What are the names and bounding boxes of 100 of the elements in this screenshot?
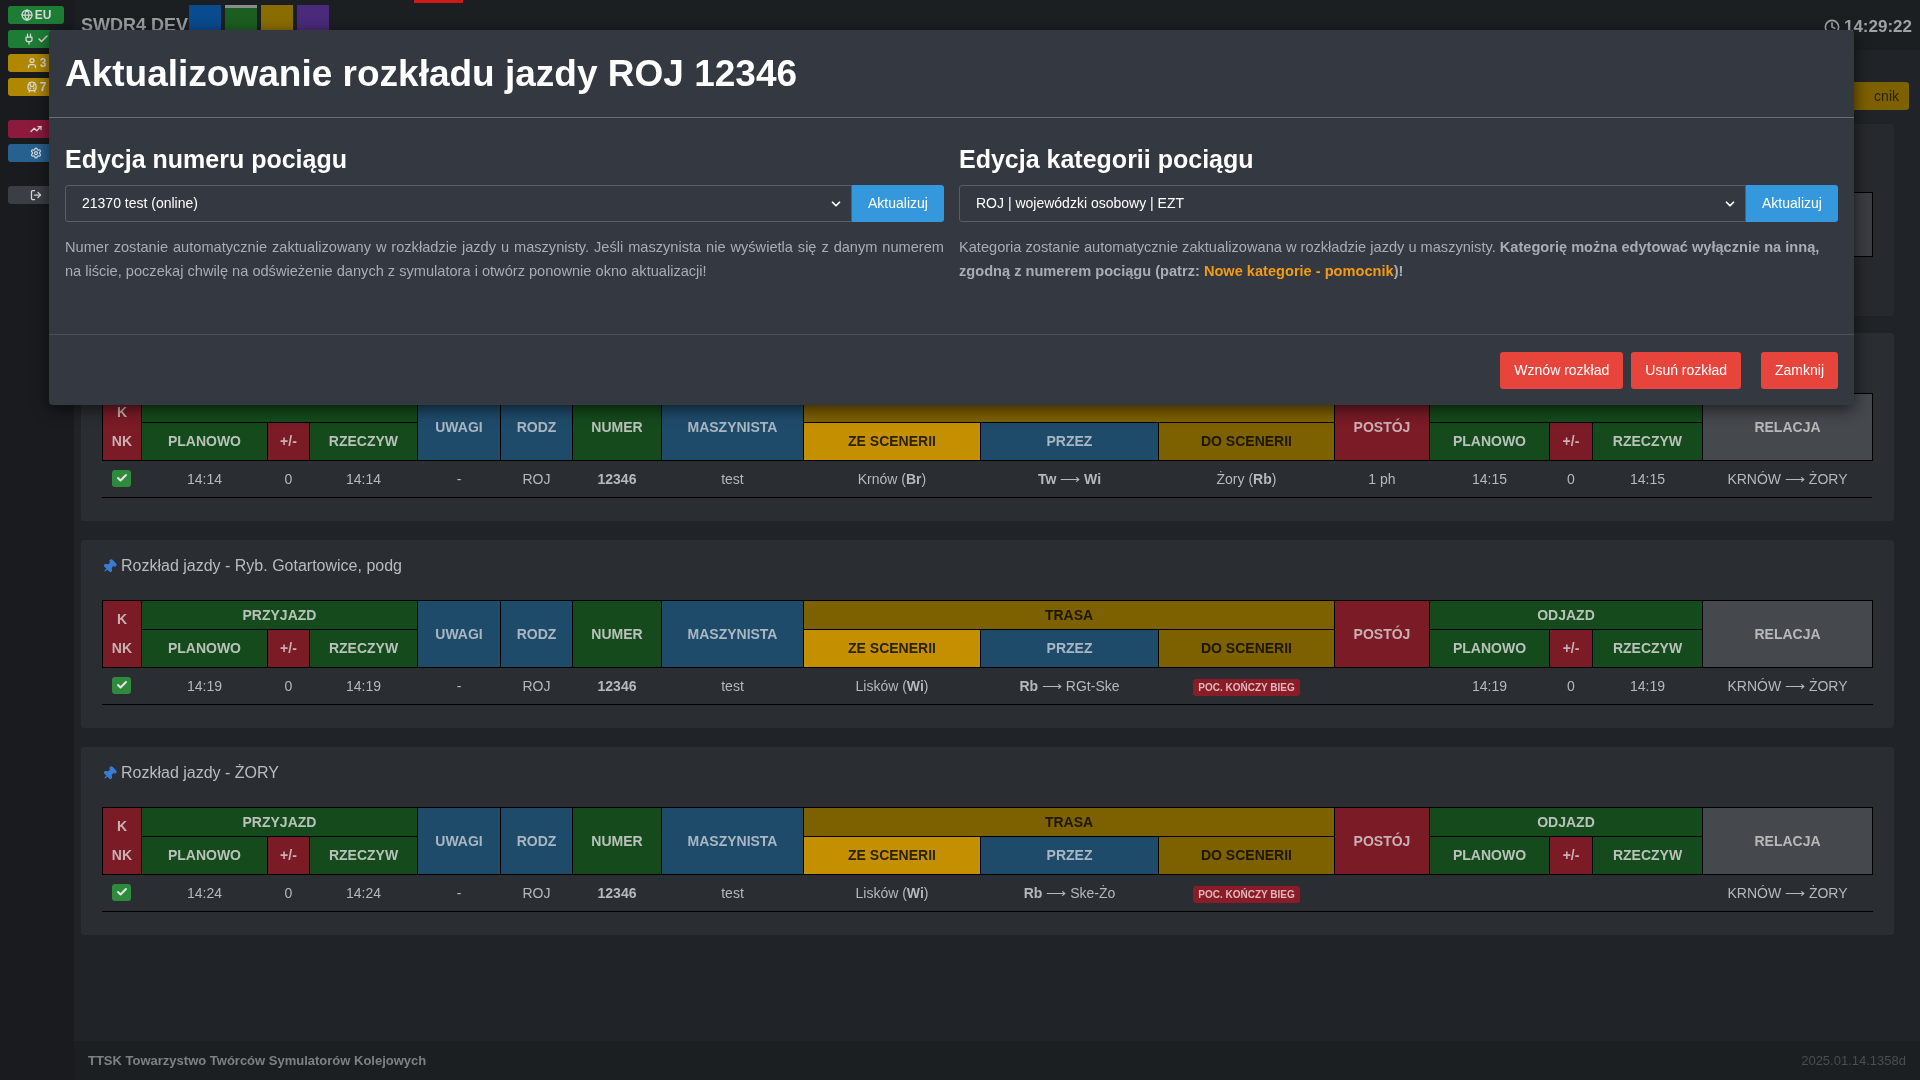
column-header: ZE SCENERII — [803, 629, 981, 668]
table-cell: 14:24 — [141, 874, 268, 912]
clock-time: 14:29:22 — [1843, 16, 1912, 38]
column-header: +/- — [1549, 836, 1593, 875]
table-cell: 0 — [1549, 667, 1593, 705]
column-header: PRZEZ — [980, 422, 1159, 461]
logout-icon — [30, 189, 42, 201]
table-cell: 12346 — [572, 874, 662, 912]
action-button[interactable]: Zamknij — [1761, 351, 1838, 389]
column-header: RZECZYW — [309, 629, 418, 668]
globe-icon — [20, 9, 33, 21]
chart-icon — [30, 123, 42, 135]
column-header: RZECZYW — [1592, 629, 1703, 668]
table-cell: - — [417, 460, 501, 498]
panel-heading: Edycja kategorii pociągu — [959, 144, 1255, 174]
footer-text: TTSK Towarzystwo Twórców Symulatorów Kolejowych — [87, 1051, 427, 1070]
table-cell: Lisków (Wi) — [803, 874, 981, 912]
column-header: K NK — [102, 807, 142, 875]
table-cell: ROJ — [500, 460, 573, 498]
badge-label: 7 — [39, 79, 47, 96]
table-cell: test — [661, 874, 804, 912]
table-cell: test — [661, 667, 804, 705]
section-title: Rozkład jazdy - ŻORY — [120, 763, 279, 783]
table-cell: 14:14 — [141, 460, 268, 498]
table-cell: Lisków (Wi) — [803, 667, 981, 705]
column-header: POSTÓJ — [1334, 807, 1430, 875]
column-header: DO SCENERII — [1158, 836, 1335, 875]
select-field[interactable]: 21370 test (online) — [65, 185, 852, 222]
column-header: DO SCENERII — [1158, 629, 1335, 668]
table-cell: Rb ⟶ Ske-Żo — [980, 874, 1159, 912]
table-cell: ROJ — [500, 667, 573, 705]
column-header: RODZ — [500, 600, 573, 668]
help-text: Kategoria zostanie automatycznie zaktualizowana w rozkładzie jazdy u maszynisty. Kategorię można edytować wyłącznie na inną, zgodną z numerem pociągu (patrz: Nowe kategorie - pomocnik)! — [959, 238, 1821, 281]
modal-title: Aktualizowanie rozkładu jazdy ROJ 12346 — [65, 51, 798, 96]
table-cell: 0 — [267, 874, 310, 912]
column-header: TRASA — [803, 600, 1335, 630]
column-header: MASZYNISTA — [661, 600, 804, 668]
column-header: +/- — [1549, 422, 1593, 461]
table-cell: KRNÓW ⟶ ŻORY — [1702, 460, 1873, 498]
column-header: RZECZYW — [309, 836, 418, 875]
column-header: PRZEZ — [980, 629, 1159, 668]
update-button[interactable]: Aktualizuj — [1746, 185, 1838, 222]
column-header: UWAGI — [417, 600, 501, 668]
table-cell: 14:14 — [309, 460, 418, 498]
column-header: RELACJA — [1702, 807, 1873, 875]
check-icon — [115, 886, 128, 898]
table-cell: KRNÓW ⟶ ŻORY — [1702, 874, 1873, 912]
column-header: PLANOWO — [1429, 629, 1550, 668]
column-header: ZE SCENERII — [803, 836, 981, 875]
column-header: RZECZYW — [1592, 422, 1703, 461]
column-header: PRZYJAZD — [141, 600, 418, 630]
status-badge: POC. KOŃCZY BIEG — [1193, 679, 1300, 696]
table-cell: 0 — [267, 460, 310, 498]
table-cell: 14:24 — [309, 874, 418, 912]
checkbox[interactable] — [112, 469, 132, 487]
column-header: K NK — [102, 600, 142, 668]
table-cell: Tw ⟶ Wi — [980, 460, 1159, 498]
table-cell: ROJ — [500, 874, 573, 912]
check-icon — [115, 679, 128, 691]
table-cell: test — [661, 460, 804, 498]
column-header: RZECZYW — [1592, 836, 1703, 875]
column-header: PLANOWO — [141, 836, 268, 875]
checkbox[interactable] — [112, 883, 132, 901]
table-cell: 14:19 — [1592, 667, 1703, 705]
column-header: PRZYJAZD — [141, 807, 418, 837]
column-header: RODZ — [500, 807, 573, 875]
update-button[interactable]: Aktualizuj — [852, 185, 944, 222]
column-header: NUMER — [572, 807, 662, 875]
column-header: NUMER — [572, 600, 662, 668]
action-button[interactable]: Wznów rozkład — [1500, 351, 1624, 389]
action-button[interactable]: Usuń rozkład — [1631, 351, 1741, 389]
table-cell: - — [417, 667, 501, 705]
status-badge: POC. KOŃCZY BIEG — [1193, 886, 1300, 903]
table-cell: Żory (Rb) — [1158, 460, 1335, 498]
checkbox[interactable] — [112, 676, 132, 694]
select-field[interactable]: ROJ | wojewódzki osobowy | EZT — [959, 185, 1746, 222]
status-badge[interactable]: EU — [8, 6, 64, 24]
plug-icon — [23, 33, 35, 45]
table-cell: 14:15 — [1592, 460, 1703, 498]
helper-link[interactable]: Nowe kategorie - pomocnik — [1203, 263, 1394, 279]
settings-icon — [30, 147, 42, 159]
train-icon — [25, 81, 38, 93]
column-header: MASZYNISTA — [661, 807, 804, 875]
section-title: Rozkład jazdy - Ryb. Gotartowice, podg — [120, 556, 402, 576]
table-cell: 14:19 — [309, 667, 418, 705]
column-header: TRASA — [803, 807, 1335, 837]
column-header: +/- — [1549, 629, 1593, 668]
badge-label: 3 — [39, 55, 47, 72]
column-header: +/- — [267, 629, 310, 668]
table-cell: Krnów (Br) — [803, 460, 981, 498]
table-cell: 12346 — [572, 460, 662, 498]
table-cell: KRNÓW ⟶ ŻORY — [1702, 667, 1873, 705]
table-cell: 14:19 — [1429, 667, 1550, 705]
table-cell: 1 ph — [1334, 460, 1430, 498]
check-icon — [37, 33, 49, 45]
user-icon — [25, 57, 38, 69]
table-cell: 14:19 — [141, 667, 268, 705]
column-header: ODJAZD — [1429, 600, 1703, 630]
table-cell: 0 — [267, 667, 310, 705]
check-icon — [115, 472, 128, 484]
